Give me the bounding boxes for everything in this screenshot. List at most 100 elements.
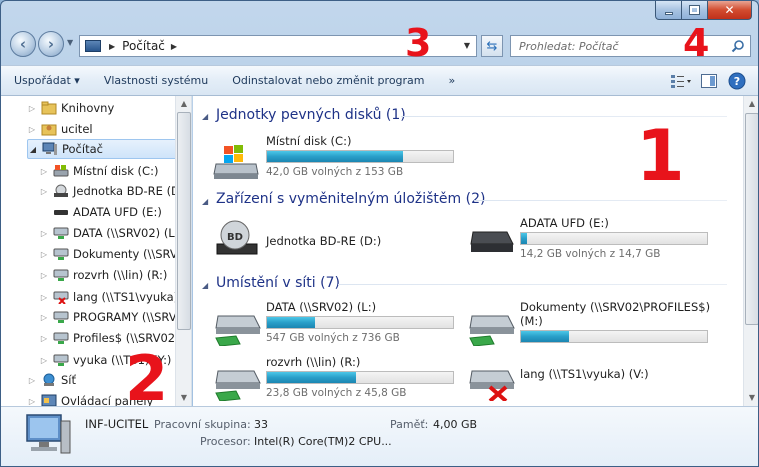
drive-r[interactable]: rozvrh (\\lin) (R:) 23,8 GB volných z 45…: [193, 351, 463, 401]
preview-pane-button[interactable]: [698, 71, 720, 91]
sidebar-item-network[interactable]: ▷ Síť: [29, 370, 76, 390]
network-drive-disconnected-icon: [469, 370, 515, 401]
expand-arrow-icon[interactable]: ▷: [39, 356, 49, 365]
more-commands-button[interactable]: »: [437, 74, 468, 87]
group-collapse-icon[interactable]: ◢: [202, 197, 208, 206]
group-header-removable[interactable]: Zařízení s vyměnitelným úložištěm (2): [216, 191, 485, 207]
group-collapse-icon[interactable]: ◢: [202, 112, 208, 121]
sidebar-item-usb-drive[interactable]: ADATA UFD (E:): [39, 202, 162, 222]
drive-l[interactable]: DATA (\\SRV02) (L:) 547 GB volných z 736…: [193, 296, 463, 346]
view-options-button[interactable]: [670, 71, 692, 91]
scroll-down-icon[interactable]: ▼: [176, 390, 191, 406]
sidebar-item-computer[interactable]: ◢ Počítač: [27, 139, 177, 159]
scroll-down-icon[interactable]: ▼: [744, 390, 758, 406]
search-icon[interactable]: [731, 39, 745, 53]
content-scrollbar[interactable]: ▲ ▼: [743, 96, 758, 406]
details-pane: INF-UCITEL Pracovní skupina: 33 Paměť: 4…: [1, 406, 758, 466]
drive-name: ADATA UFD (E:): [520, 216, 609, 230]
sidebar-item-libraries[interactable]: ▷ Knihovny: [29, 98, 114, 118]
drive-name: lang (\\TS1\vyuka) (V:): [520, 367, 649, 381]
sidebar-item-label: ucitel: [61, 122, 93, 136]
caption-buttons: ✕: [655, 1, 752, 20]
sidebar-item-data-l[interactable]: ▷ DATA (\\SRV02) (L:): [39, 223, 183, 243]
drive-d[interactable]: BD Jednotka BD-RE (D:): [193, 214, 463, 264]
drive-c[interactable]: Místní disk (C:) 42,0 GB volných z 153 G…: [193, 132, 463, 180]
sidebar-item-profiles-x[interactable]: ▷ Profiles$ (\\SRV02) (X:): [39, 328, 191, 348]
expand-arrow-icon[interactable]: ▷: [27, 104, 37, 113]
drive-usage-fill: [267, 317, 316, 328]
refresh-button[interactable]: ⇆: [481, 35, 503, 57]
collapse-arrow-icon[interactable]: ◢: [28, 145, 38, 154]
recent-pages-dropdown[interactable]: ▼: [67, 38, 73, 47]
sidebar-item-label: Počítač: [62, 142, 103, 156]
explorer-window: ✕ ‹ › ▼ ▶ Počítač ▶ ▼ ⇆ Prohledat: Počít…: [0, 0, 759, 467]
group-header-network[interactable]: Umístění v síti (7): [216, 275, 340, 291]
breadcrumb-separator-2[interactable]: ▶: [171, 42, 177, 51]
close-icon: ✕: [724, 3, 735, 17]
scroll-up-icon[interactable]: ▲: [744, 96, 758, 112]
group-collapse-icon[interactable]: ◢: [202, 281, 208, 290]
scrollbar-thumb[interactable]: [745, 113, 758, 325]
expand-arrow-icon[interactable]: ▷: [39, 250, 49, 259]
sidebar-item-dokumenty-m[interactable]: ▷ Dokumenty (\\SRV02\PROFILES$) (M:): [39, 244, 191, 264]
sidebar-item-programy-w[interactable]: ▷ PROGRAMY (\\SRV02) (W:): [39, 307, 191, 327]
breadcrumb-separator[interactable]: ▶: [109, 42, 115, 51]
sidebar-item-bd-drive[interactable]: ▷ Jednotka BD-RE (D:): [39, 181, 188, 201]
memory-value: 4,00 GB: [433, 418, 478, 431]
breadcrumb-computer[interactable]: Počítač: [122, 39, 165, 53]
expand-arrow-icon[interactable]: ▷: [39, 187, 49, 196]
scrollbar-thumb[interactable]: [177, 112, 191, 330]
expand-arrow-icon[interactable]: ▷: [39, 167, 49, 176]
sidebar-item-rozvrh-r[interactable]: ▷ rozvrh (\\lin) (R:): [39, 265, 167, 285]
help-button[interactable]: ?: [726, 71, 748, 91]
minimize-button[interactable]: [655, 1, 682, 20]
expand-arrow-icon[interactable]: ▷: [27, 376, 37, 385]
navigation-scrollbar[interactable]: ▲ ▼: [175, 96, 191, 406]
sidebar-item-label: Jednotka BD-RE (D:): [73, 184, 189, 198]
network-drive-icon: [53, 269, 69, 281]
expand-arrow-icon[interactable]: ▷: [27, 125, 37, 134]
maximize-button[interactable]: [682, 1, 708, 20]
sidebar-item-label: Síť: [61, 373, 77, 387]
sidebar-item-label: Knihovny: [61, 101, 115, 115]
search-box[interactable]: Prohledat: Počítač: [510, 35, 751, 57]
search-input[interactable]: Prohledat: Počítač: [519, 40, 619, 53]
expand-arrow-icon[interactable]: ▷: [27, 397, 37, 406]
expand-arrow-icon[interactable]: ▷: [39, 293, 49, 302]
control-panel-icon: [41, 394, 57, 406]
expand-arrow-icon[interactable]: ▷: [39, 271, 49, 280]
drive-v[interactable]: lang (\\TS1\vyuka) (V:): [463, 351, 733, 401]
network-drive-icon: [215, 370, 261, 401]
computer-icon: [85, 40, 101, 52]
minimize-icon: [664, 11, 673, 15]
navigation-bar: ‹ › ▼ ▶ Počítač ▶ ▼ ⇆ Prohledat: Počítač…: [1, 24, 758, 63]
drive-e[interactable]: ADATA UFD (E:) 14,2 GB volných z 14,7 GB: [463, 214, 733, 264]
group-divider: [338, 284, 727, 285]
computer-icon: [26, 414, 71, 454]
expand-arrow-icon[interactable]: ▷: [39, 229, 49, 238]
sidebar-item-lang-v[interactable]: ▷ lang (\\TS1\vyuka) (V:): [39, 287, 191, 307]
sidebar-item-ucitel[interactable]: ▷ ucitel: [29, 119, 93, 139]
command-bar: Uspořádat ▾ Vlastnosti systému Odinstalo…: [1, 65, 758, 96]
sidebar-item-local-disk[interactable]: ▷ Místní disk (C:): [39, 161, 159, 181]
drive-m[interactable]: Dokumenty (\\SRV02\PROFILES$) (M:): [463, 296, 733, 346]
libraries-icon: [41, 101, 57, 115]
drive-free-space: 14,2 GB volných z 14,7 GB: [520, 248, 661, 260]
network-drive-icon: [53, 354, 69, 366]
svg-text:BD: BD: [227, 232, 243, 243]
uninstall-program-button[interactable]: Odinstalovat nebo změnit program: [220, 74, 436, 87]
system-properties-button[interactable]: Vlastnosti systému: [92, 74, 220, 87]
organize-button[interactable]: Uspořádat ▾: [1, 74, 92, 87]
forward-button[interactable]: ›: [38, 31, 64, 57]
group-header-hard-disks[interactable]: Jednotky pevných disků (1): [216, 107, 406, 123]
scroll-up-icon[interactable]: ▲: [176, 96, 191, 112]
annotation-4: 4: [683, 21, 710, 65]
refresh-icon: ⇆: [486, 38, 498, 54]
bd-drive-icon: [54, 184, 68, 197]
close-button[interactable]: ✕: [708, 1, 752, 20]
expand-arrow-icon[interactable]: ▷: [39, 313, 49, 322]
expand-arrow-icon[interactable]: ▷: [39, 334, 49, 343]
network-icon: [43, 373, 55, 386]
back-button[interactable]: ‹: [10, 31, 36, 57]
address-dropdown-icon[interactable]: ▼: [464, 41, 470, 50]
